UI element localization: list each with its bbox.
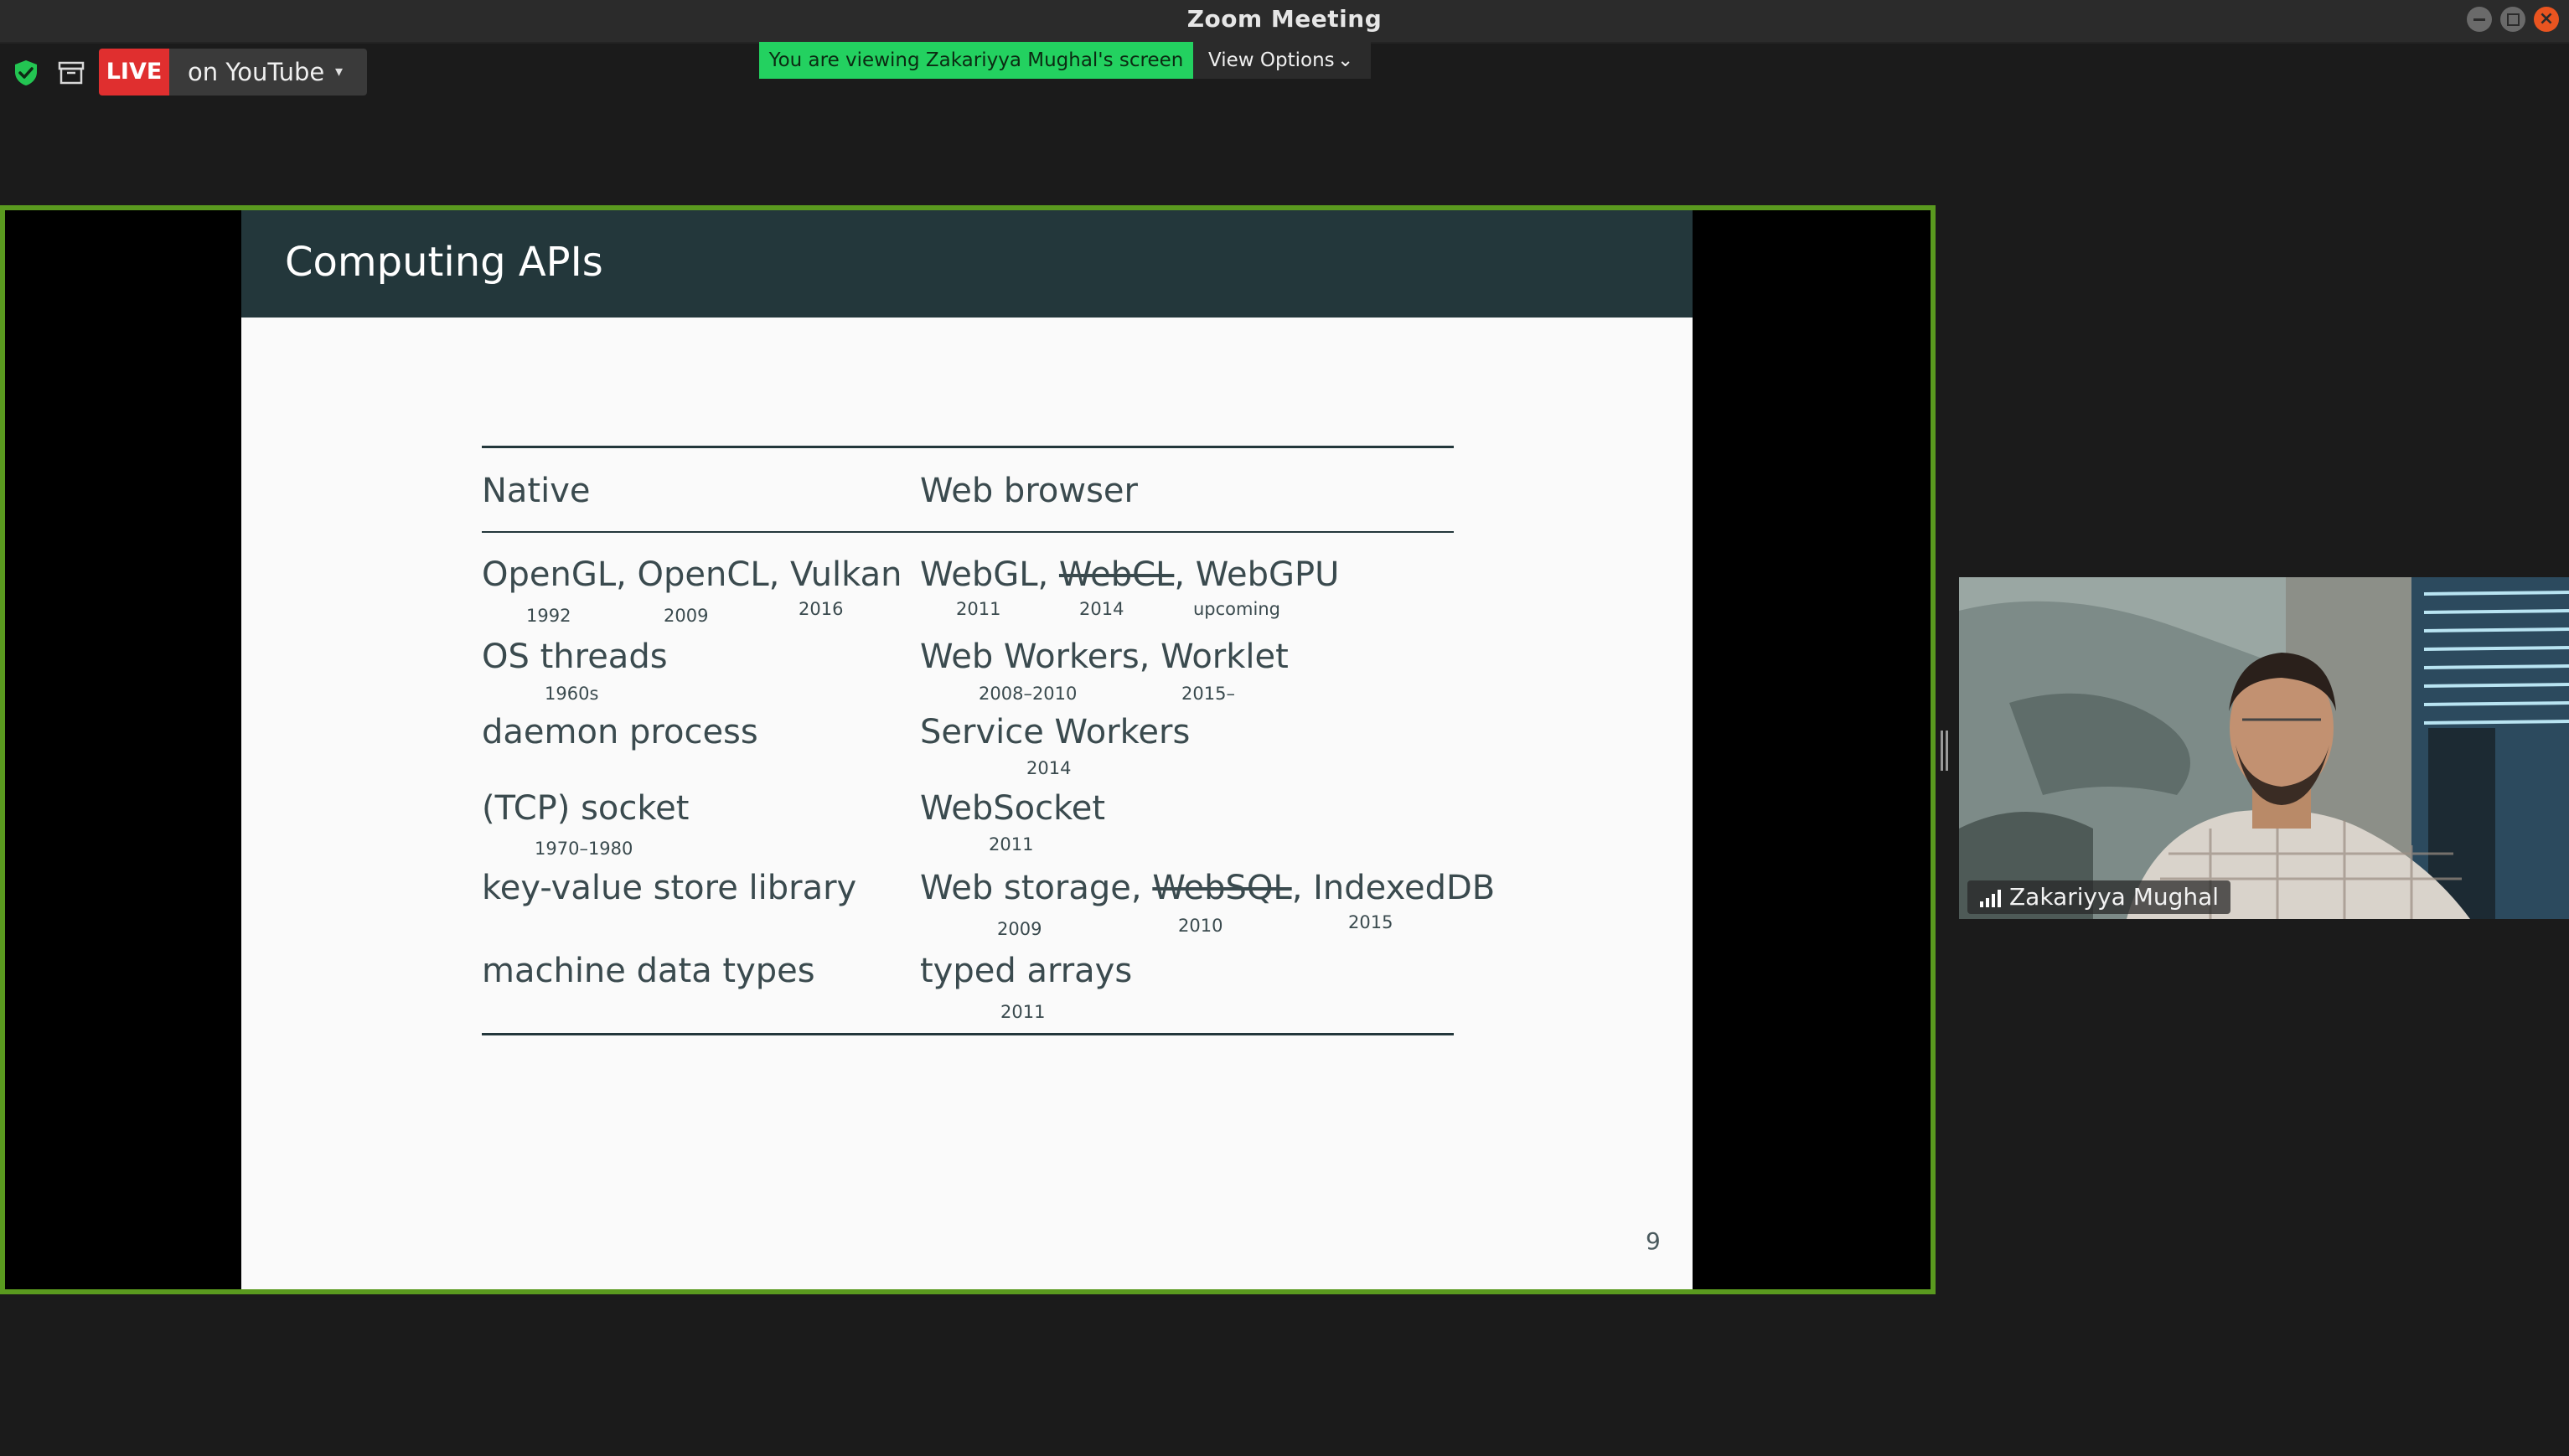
year-label: 1970–1980	[535, 839, 633, 859]
screen-share-banner: You are viewing Zakariyya Mughal's scree…	[759, 42, 1193, 79]
signal-strength-icon	[1980, 890, 2001, 907]
year-label: 2015–	[1181, 684, 1235, 704]
year-label: 2014	[1026, 758, 1072, 778]
year-label: 1960s	[545, 684, 599, 704]
participant-video-tile[interactable]: Zakariyya Mughal	[1959, 577, 2569, 919]
cell-text: Web storage,	[920, 869, 1153, 907]
deprecated-api: WebCL	[1058, 555, 1175, 594]
panel-resize-handle[interactable]	[1941, 731, 1951, 771]
participant-name: Zakariyya Mughal	[2009, 883, 2220, 911]
table-cell-native: daemon process	[482, 713, 758, 751]
year-label: 2011	[989, 834, 1034, 854]
shield-check-icon[interactable]	[12, 59, 40, 87]
slide-page-number: 9	[1646, 1227, 1661, 1255]
column-header-native: Native	[482, 472, 591, 510]
table-cell-web: Service Workers	[920, 713, 1191, 751]
year-label: upcoming	[1193, 599, 1280, 619]
slide-title: Computing APIs	[285, 239, 603, 286]
live-destination-dropdown[interactable]: on YouTube ▾	[169, 49, 367, 96]
table-header-rule	[482, 531, 1454, 533]
minimize-icon[interactable]	[2467, 7, 2492, 32]
live-stream-control[interactable]: LIVE on YouTube ▾	[99, 49, 367, 96]
table-cell-native: (TCP) socket	[482, 789, 690, 828]
year-label: 2009	[997, 919, 1042, 939]
cell-text: , WebGPU	[1174, 555, 1340, 594]
table-cell-web: Web Workers, Worklet	[920, 638, 1289, 676]
caret-down-icon: ▾	[335, 63, 344, 80]
maximize-icon[interactable]	[2500, 7, 2525, 32]
year-label: 2010	[1178, 916, 1223, 936]
year-label: 1992	[526, 606, 571, 626]
chevron-down-icon: ⌄	[1337, 49, 1354, 71]
view-options-button[interactable]: View Options ⌄	[1193, 42, 1371, 79]
table-cell-native: machine data types	[482, 952, 815, 990]
table-cell-web: Web storage, WebSQL, IndexedDB	[920, 869, 1495, 907]
archive-icon[interactable]	[55, 57, 87, 89]
window-title: Zoom Meeting	[1186, 5, 1383, 33]
view-options-label: View Options	[1208, 49, 1335, 71]
live-destination-label: on YouTube	[188, 58, 325, 86]
table-cell-native: key-value store library	[482, 869, 857, 907]
close-icon[interactable]: ×	[2534, 7, 2559, 32]
cell-text: WebGL,	[920, 555, 1059, 594]
table-top-rule	[482, 446, 1454, 448]
table-cell-web: typed arrays	[920, 952, 1133, 990]
year-label: 2016	[799, 599, 844, 619]
cell-text: , IndexedDB	[1291, 869, 1496, 907]
live-badge: LIVE	[99, 49, 169, 96]
year-label: 2014	[1079, 599, 1124, 619]
year-label: 2015	[1348, 912, 1393, 932]
table-cell-native: OS threads	[482, 638, 668, 676]
participant-name-tag: Zakariyya Mughal	[1967, 880, 2231, 914]
column-header-web: Web browser	[920, 472, 1138, 510]
presentation-slide: Computing APIs Native Web browser OpenGL…	[241, 210, 1693, 1289]
table-bottom-rule	[482, 1033, 1454, 1035]
window-titlebar: Zoom Meeting ×	[0, 0, 2569, 44]
year-label: 2009	[664, 606, 709, 626]
year-label: 2011	[1000, 1002, 1046, 1022]
table-cell-web: WebGL, WebCL, WebGPU	[920, 555, 1339, 594]
participant-video	[1959, 577, 2569, 919]
slide-header: Computing APIs	[241, 210, 1693, 318]
year-label: 2011	[956, 599, 1001, 619]
year-label: 2008–2010	[979, 684, 1078, 704]
table-cell-web: WebSocket	[920, 789, 1106, 828]
table-cell-native: OpenGL, OpenCL, Vulkan	[482, 555, 902, 594]
deprecated-api: WebSQL	[1152, 869, 1292, 907]
